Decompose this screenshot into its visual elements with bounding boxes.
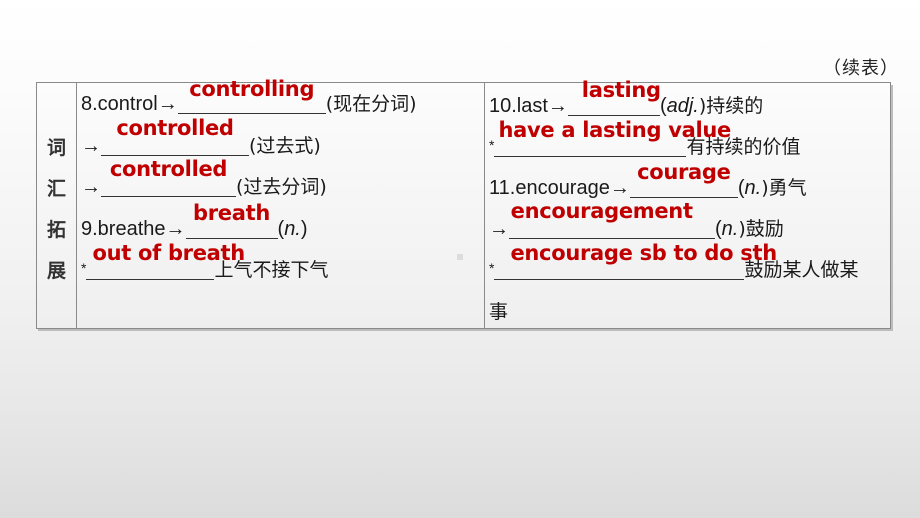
section-title: 词 汇 拓 展 <box>37 83 77 328</box>
continued-table-label: （续表） <box>823 58 899 79</box>
hint-text: )勇气 <box>761 177 807 199</box>
vocabulary-expansion-table: 词 汇 拓 展 8.control→ controlling (现在分词) → con… <box>36 77 893 331</box>
answer-blank[interactable]: encouragement <box>509 199 715 239</box>
answer-text: encourage sb to do sth <box>510 241 777 265</box>
paren: ) <box>300 218 308 240</box>
word-prompt: 9.breathe→ <box>81 218 186 240</box>
part-of-speech: n. <box>284 218 301 240</box>
word-prompt: 8.control→ <box>81 93 178 115</box>
answer-blank[interactable]: controlled <box>101 157 236 197</box>
word-prompt: 10.last→ <box>489 95 568 117</box>
answer-blank[interactable]: courage <box>629 160 738 198</box>
answer-blank[interactable]: encourage sb to do sth <box>494 241 777 280</box>
hint-text: (过去分词) <box>236 176 327 198</box>
hint-text: (过去式) <box>249 135 321 157</box>
answer-text: have a lasting value <box>498 118 731 142</box>
answer-text: lasting <box>581 78 661 102</box>
part-of-speech: n. <box>721 218 739 240</box>
paren: ( <box>715 218 722 240</box>
answer-text: encouragement <box>510 199 693 223</box>
part-of-speech: adj. <box>666 95 699 117</box>
hint-text: (现在分词) <box>325 93 417 115</box>
arrow-prompt: → <box>81 176 101 198</box>
answer-text: controlling <box>189 77 315 101</box>
center-marker-dot <box>457 254 463 260</box>
left-column: 8.control→ controlling (现在分词) → controlled (… <box>77 77 485 328</box>
answer-blank[interactable]: controlled <box>101 116 249 156</box>
arrow-prompt: → <box>81 135 101 157</box>
paren: ( <box>737 177 745 199</box>
answer-blank[interactable]: lasting <box>567 78 661 116</box>
item-9-phrase: * out of breath 上气不接下气 <box>81 241 328 285</box>
item-11-phrase-continuation: 事 <box>489 301 509 323</box>
hint-text: )鼓励 <box>738 218 784 240</box>
answer-blank[interactable]: controlling <box>177 77 326 114</box>
answer-text: controlled <box>116 116 234 140</box>
hint-text: )持续的 <box>698 95 764 117</box>
item-11-phrase: * encourage sb to do sth 鼓励某人做某 <box>489 241 858 285</box>
answer-blank[interactable]: have a lasting value <box>494 118 731 157</box>
answer-text: courage <box>637 160 731 184</box>
paren: ( <box>659 95 667 117</box>
section-title-char: 拓 <box>46 218 66 241</box>
part-of-speech: n. <box>744 177 762 199</box>
section-title-char: 展 <box>46 259 66 282</box>
answer-text: breath <box>193 201 271 225</box>
section-title-char: 词 <box>46 136 66 159</box>
right-column: 10.last→ lasting (adj.)持续的 * have a lasting… <box>485 78 890 328</box>
table-shadow <box>38 329 892 331</box>
answer-text: out of breath <box>92 241 245 265</box>
answer-blank[interactable]: breath <box>185 201 278 239</box>
arrow-prompt: → <box>489 218 509 240</box>
section-title-char: 汇 <box>46 177 66 200</box>
answer-blank[interactable]: out of breath <box>86 241 245 280</box>
answer-text: controlled <box>109 157 228 181</box>
